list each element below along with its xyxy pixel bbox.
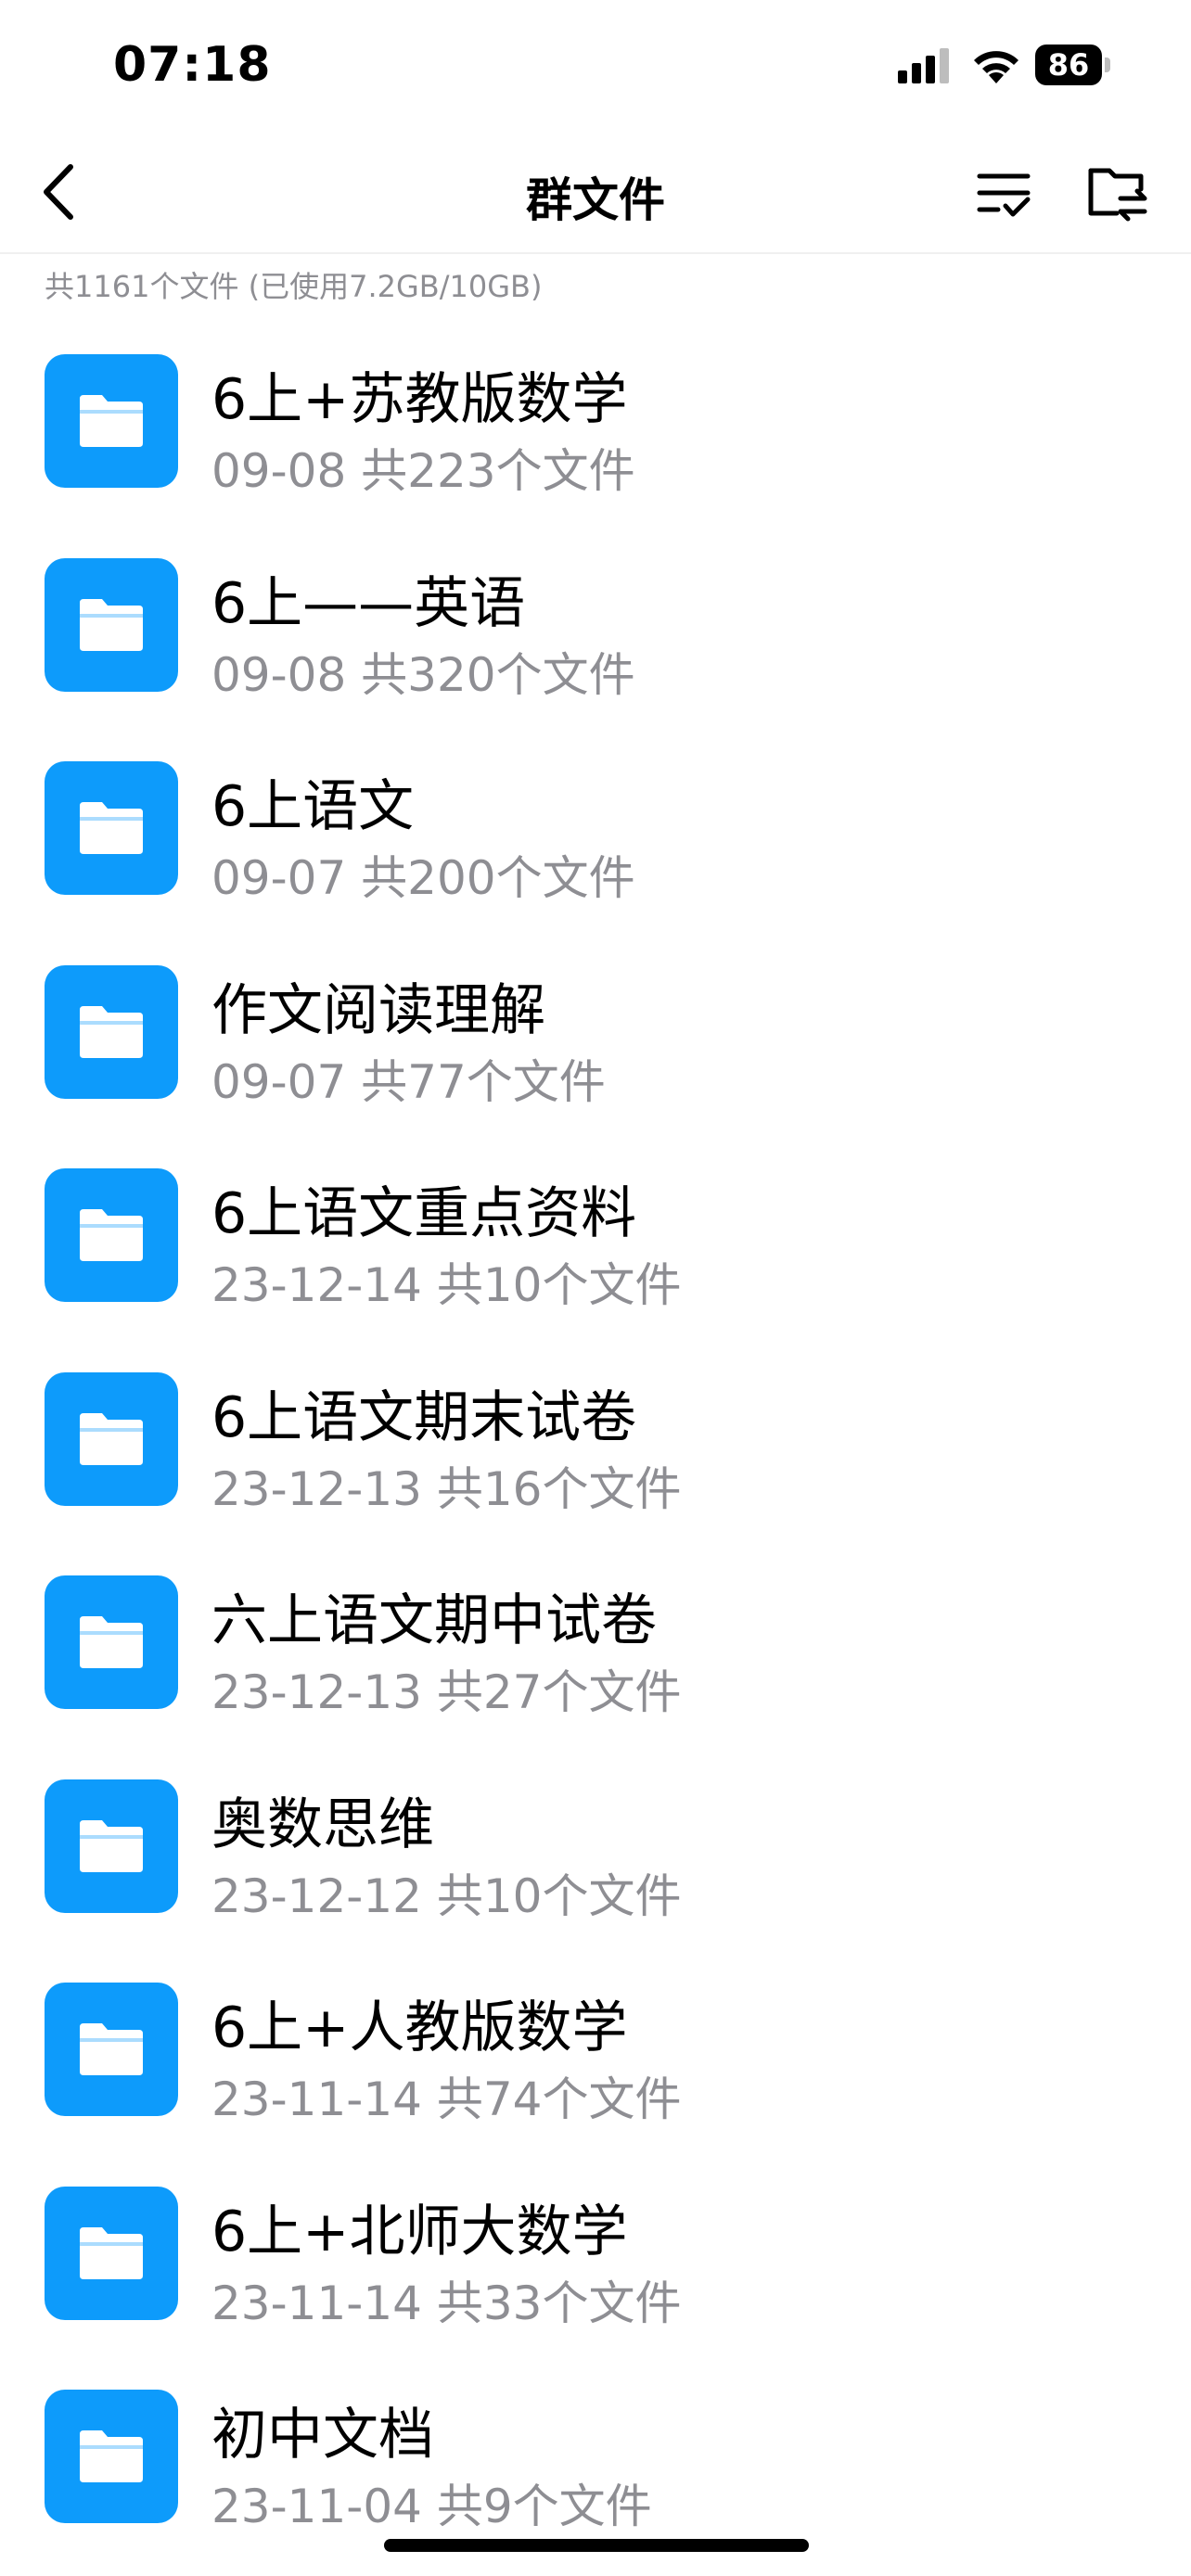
folder-item[interactable]: 作文阅读理解 09-07 共77个文件 bbox=[0, 937, 1191, 1141]
folder-name: 六上语文期中试卷 bbox=[211, 1588, 657, 1653]
battery-cap bbox=[1105, 57, 1110, 72]
folder-icon bbox=[45, 964, 178, 1099]
folder-item[interactable]: 初中文档 23-11-04 共9个文件 bbox=[0, 2362, 1191, 2566]
home-indicator bbox=[384, 2539, 809, 2552]
folder-meta: 23-12-14 共10个文件 bbox=[211, 1258, 682, 1312]
folder-icon bbox=[45, 557, 178, 692]
folder-item[interactable]: 6上+北师大数学 23-11-14 共33个文件 bbox=[0, 2159, 1191, 2363]
folder-icon bbox=[45, 354, 178, 488]
folder-icon bbox=[45, 1168, 178, 1302]
folder-item[interactable]: 6上语文期末试卷 23-12-13 共16个文件 bbox=[0, 1345, 1191, 1549]
folder-item[interactable]: 6上+人教版数学 23-11-14 共74个文件 bbox=[0, 1955, 1191, 2159]
battery-level: 86 bbox=[1035, 45, 1102, 85]
folder-name: 奥数思维 bbox=[211, 1792, 434, 1857]
folder-icon bbox=[45, 1983, 178, 2116]
battery-icon: 86 bbox=[1035, 45, 1111, 85]
folder-meta: 23-12-12 共10个文件 bbox=[211, 1868, 682, 1923]
folder-icon bbox=[45, 1371, 178, 1506]
folder-meta: 09-07 共77个文件 bbox=[211, 1054, 606, 1109]
folder-transfer-icon[interactable] bbox=[1085, 158, 1150, 224]
folder-item[interactable]: 6上——英语 09-08 共320个文件 bbox=[0, 530, 1191, 734]
folder-icon bbox=[45, 1779, 178, 1913]
sort-list-icon[interactable] bbox=[974, 163, 1035, 224]
folder-name: 初中文档 bbox=[211, 2403, 434, 2468]
folder-meta: 23-11-14 共74个文件 bbox=[211, 2072, 682, 2126]
folder-meta: 23-11-04 共9个文件 bbox=[211, 2480, 652, 2533]
cellular-signal-icon bbox=[898, 48, 949, 83]
folder-item[interactable]: 奥数思维 23-12-12 共10个文件 bbox=[0, 1752, 1191, 1956]
folder-name: 6上——英语 bbox=[211, 570, 526, 636]
screen: 07:18 86 群文件 共1161个文件 (已使用7.2GB/10GB) 6上… bbox=[0, 0, 1191, 2576]
folder-item[interactable]: 6上+苏教版数学 09-08 共223个文件 bbox=[0, 326, 1191, 530]
folder-name: 6上+北师大数学 bbox=[211, 2199, 628, 2264]
folder-icon bbox=[45, 1575, 178, 1709]
storage-info: 共1161个文件 (已使用7.2GB/10GB) bbox=[45, 269, 543, 304]
folder-item[interactable]: 6上语文 09-07 共200个文件 bbox=[0, 733, 1191, 937]
folder-meta: 09-08 共223个文件 bbox=[211, 444, 635, 498]
folder-meta: 23-12-13 共27个文件 bbox=[211, 1665, 682, 1719]
folder-icon bbox=[45, 761, 178, 895]
folder-meta: 09-08 共320个文件 bbox=[211, 647, 635, 702]
file-list: 6上+苏教版数学 09-08 共223个文件 6上——英语 09-08 共320… bbox=[0, 326, 1191, 2566]
folder-meta: 09-07 共200个文件 bbox=[211, 851, 635, 905]
nav-bar: 群文件 bbox=[0, 130, 1191, 254]
status-time: 07:18 bbox=[113, 37, 272, 93]
folder-name: 6上+人教版数学 bbox=[211, 1996, 628, 2060]
folder-item[interactable]: 6上语文重点资料 23-12-14 共10个文件 bbox=[0, 1141, 1191, 1345]
status-bar: 07:18 86 bbox=[0, 0, 1191, 130]
folder-name: 6上语文期末试卷 bbox=[211, 1384, 637, 1450]
folder-name: 6上+苏教版数学 bbox=[211, 367, 628, 432]
folder-name: 6上语文 bbox=[211, 774, 415, 839]
folder-icon bbox=[45, 2186, 178, 2320]
folder-meta: 23-12-13 共16个文件 bbox=[211, 1461, 682, 1516]
folder-name: 6上语文重点资料 bbox=[211, 1181, 637, 1246]
wifi-icon bbox=[974, 51, 1018, 83]
folder-item[interactable]: 六上语文期中试卷 23-12-13 共27个文件 bbox=[0, 1548, 1191, 1752]
folder-name: 作文阅读理解 bbox=[211, 977, 545, 1043]
folder-meta: 23-11-14 共33个文件 bbox=[211, 2276, 682, 2330]
folder-icon bbox=[45, 2390, 178, 2523]
